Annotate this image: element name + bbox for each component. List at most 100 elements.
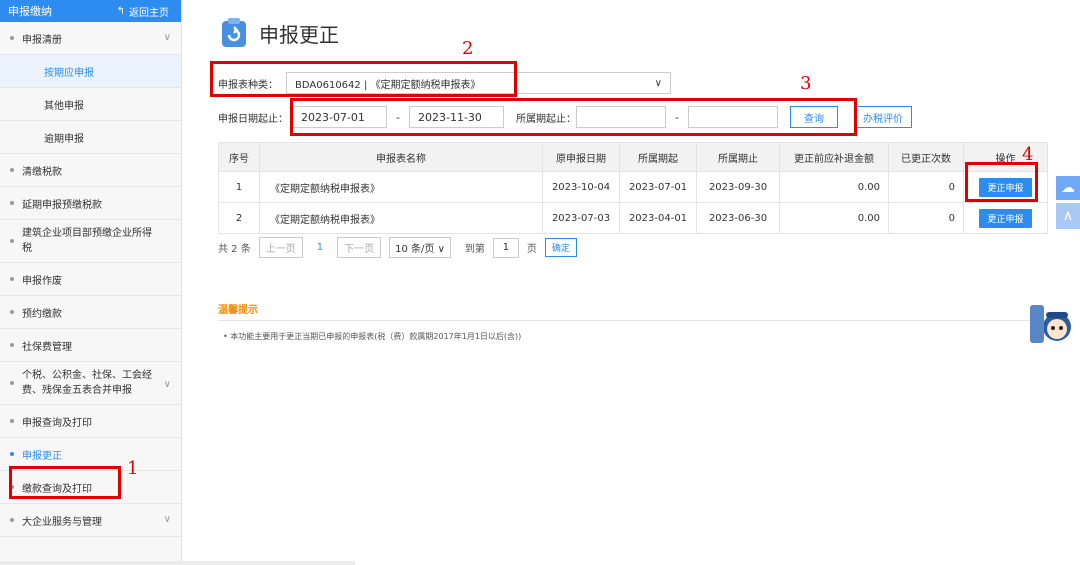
cell-amount: 0.00 [779,171,889,203]
bullet-icon [10,381,14,385]
sidebar-item-deferred-declaration[interactable]: 延期申报预缴税款 [0,187,181,220]
date-range-label: 申报日期起止： [218,113,288,125]
bullet-icon [10,36,14,40]
cell-no: 1 [218,171,260,203]
annotation-box-3 [290,98,857,136]
cell-start: 2023-07-01 [619,171,697,203]
cell-action: 更正申报 [963,202,1048,234]
correction-icon [221,18,247,48]
annotation-box-2 [210,61,517,97]
page-unit-label: 页 [526,244,537,255]
sidebar-item-label: 申报作废 [22,275,62,287]
sidebar-item-five-forms-combined[interactable]: 个税、公积金、社保、工会经费、残保金五表合并申报 ∨ [0,362,181,405]
sidebar-item-label: 建筑企业项目部预缴企业所得税 [22,228,152,254]
back-to-top-icon[interactable]: ∧ [1056,203,1080,229]
total-count: 共 2 条 [218,244,251,255]
sidebar-item-social-insurance[interactable]: 社保费管理 [0,329,181,362]
annotation-number-3: 3 [800,73,812,94]
cell-name: 《定期定额纳税申报表》 [259,202,543,234]
bullet-icon [10,239,14,243]
cell-end: 2023-09-30 [696,171,780,203]
sidebar-item-overdue-declaration[interactable]: 逾期申报 [0,121,181,154]
page-header: 申报更正 [221,18,339,48]
evaluate-button[interactable]: 办税评价 [854,106,912,128]
current-page[interactable]: 1 [311,242,329,253]
col-amount: 更正前应补退金额 [779,142,889,172]
results-table: 序号 申报表名称 原申报日期 所属期起 所属期止 更正前应补退金额 已更正次数 … [218,142,1048,234]
back-arrow-icon: ↰ [116,5,125,17]
chevron-down-icon: ∨ [437,244,445,255]
cell-count: 0 [888,171,964,203]
annotation-number-4: 4 [1022,144,1034,165]
chevron-down-icon: ∨ [654,77,662,89]
col-count: 已更正次数 [888,142,964,172]
sidebar-item-large-enterprise[interactable]: 大企业服务与管理 ∨ [0,504,181,537]
sidebar-title: 申报缴纳 [8,5,52,18]
bullet-icon [10,419,14,423]
sidebar-item-other-declaration[interactable]: 其他申报 [0,88,181,121]
sidebar-item-label: 大企业服务与管理 [22,516,102,528]
bullet-icon [10,452,14,456]
chevron-down-icon: ∨ [163,514,171,525]
sidebar-item-label: 申报查询及打印 [22,417,92,429]
sidebar-item-label: 延期申报预缴税款 [22,199,102,211]
col-name: 申报表名称 [259,142,543,172]
sidebar-item-label: 清缴税款 [22,166,62,178]
page-size-select[interactable]: 10 条/页 ∨ [389,237,451,258]
goto-confirm-button[interactable]: 确定 [544,238,577,257]
col-orig-date: 原申报日期 [542,142,620,172]
back-home-label: 返回主页 [129,7,169,19]
sidebar-item-clear-taxes[interactable]: 清缴税款 [0,154,181,187]
tips-text: • 本功能主要用于更正当期已申报的申报表(税（费）款属期2017年1月1日以后(… [223,332,522,341]
sidebar-item-label: 按期应申报 [44,67,94,79]
sidebar-item-label: 逾期申报 [44,133,84,145]
sidebar-item-label: 其他申报 [44,100,84,112]
cell-start: 2023-04-01 [619,202,697,234]
bullet-icon [10,310,14,314]
sidebar-item-label: 社保费管理 [22,341,72,353]
col-no: 序号 [218,142,260,172]
tips-title: 温馨提示 [218,305,258,316]
col-end: 所属期止 [696,142,780,172]
table-row: 1 《定期定额纳税申报表》 2023-10-04 2023-07-01 2023… [218,171,1048,203]
cell-orig-date: 2023-07-03 [542,202,620,234]
chevron-down-icon: ∨ [163,32,171,43]
chevron-down-icon: ∨ [163,379,171,390]
sidebar-item-construction-prepay[interactable]: 建筑企业项目部预缴企业所得税 [0,220,181,263]
page-size-value: 10 条/页 [395,244,435,255]
bullet-icon [10,518,14,522]
goto-page-input[interactable]: 1 [492,237,519,258]
bullet-icon [10,201,14,205]
tips-divider [218,320,1048,321]
sidebar-header: 申报缴纳 ↰ 返回主页 [0,0,181,22]
horizontal-scrollbar[interactable] [0,561,355,565]
bullet-icon [10,343,14,347]
prev-page-button[interactable]: 上一页 [258,237,303,258]
correct-declaration-button[interactable]: 更正申报 [979,208,1032,228]
sidebar-item-void-declaration[interactable]: 申报作废 [0,263,181,296]
pagination: 共 2 条 上一页 1 下一页 10 条/页 ∨ 到第 1 页 确定 [218,237,577,258]
assistant-mascot-icon[interactable] [1028,303,1074,345]
sidebar-item-scheduled-payment[interactable]: 预约缴款 [0,296,181,329]
sidebar-item-label: 申报清册 [22,34,62,46]
goto-label: 到第 [464,244,485,255]
next-page-button[interactable]: 下一页 [337,237,382,258]
col-start: 所属期起 [619,142,697,172]
back-home-button[interactable]: ↰ 返回主页 [117,4,169,19]
sidebar-item-label: 预约缴款 [22,308,62,320]
cell-orig-date: 2023-10-04 [542,171,620,203]
sidebar-item-query-print[interactable]: 申报查询及打印 [0,405,181,438]
annotation-box-4 [965,162,1038,202]
sidebar-item-declaration-list[interactable]: 申报清册 ∨ [0,22,181,55]
cell-amount: 0.00 [779,202,889,234]
table-header-row: 序号 申报表名称 原申报日期 所属期起 所属期止 更正前应补退金额 已更正次数 … [218,142,1048,172]
cell-no: 2 [218,202,260,234]
sidebar-item-label: 个税、公积金、社保、工会经费、残保金五表合并申报 [22,370,152,396]
bullet-icon [10,168,14,172]
chat-icon[interactable]: ☁ [1056,176,1080,200]
sidebar-item-periodic-declaration[interactable]: 按期应申报 [0,55,181,88]
bullet-icon [10,277,14,281]
cell-name: 《定期定额纳税申报表》 [259,171,543,203]
cell-count: 0 [888,202,964,234]
sidebar-item-label: 申报更正 [22,450,62,462]
